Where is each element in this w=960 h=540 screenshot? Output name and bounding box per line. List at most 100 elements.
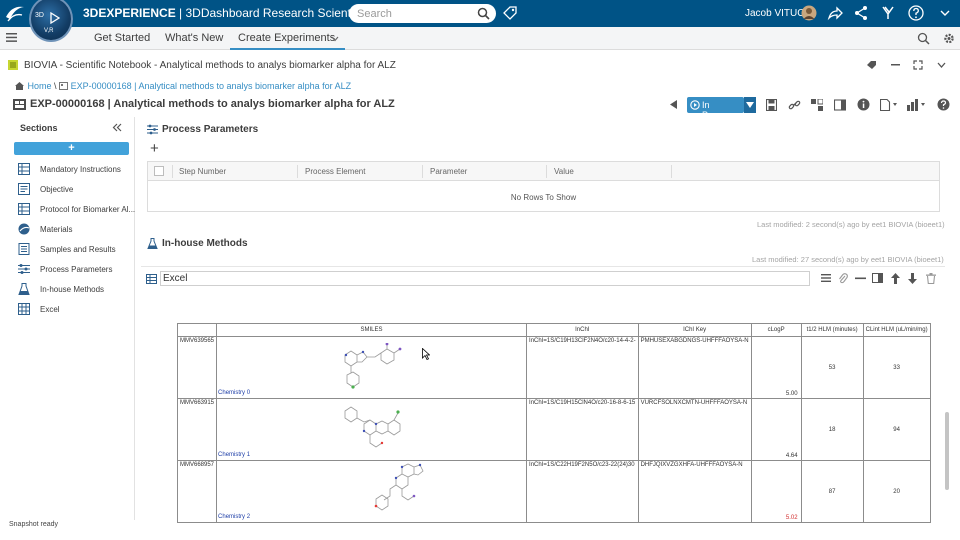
tag-icon[interactable]: [866, 60, 877, 70]
chart-icon[interactable]: [907, 99, 927, 111]
settings-icon[interactable]: [943, 32, 955, 45]
t12-cell[interactable]: 53: [800, 336, 864, 399]
clint-cell[interactable]: 33: [862, 336, 931, 399]
search-people-icon[interactable]: [917, 32, 931, 45]
chemistry-link[interactable]: Chemistry 2: [218, 514, 250, 520]
vertical-scrollbar[interactable]: [945, 412, 949, 490]
column-header[interactable]: cLogP: [750, 323, 802, 337]
inchi-cell[interactable]: InChI=1S/C19H13ClF2N4O/c20-14-4-2-: [526, 336, 639, 399]
tag-icon[interactable]: [502, 5, 518, 21]
column-header[interactable]: Parameter: [430, 167, 467, 176]
list-menu-icon[interactable]: [821, 273, 831, 283]
t12-cell[interactable]: 18: [800, 398, 864, 461]
sidebar-item-objective[interactable]: Objective: [18, 183, 133, 197]
help-icon[interactable]: [937, 98, 950, 111]
clogp-cell[interactable]: 4.64: [750, 398, 802, 461]
app-title: BIOVIA - Scientific Notebook - Analytica…: [24, 60, 396, 71]
status-label: In Progress: [702, 100, 739, 120]
move-up-icon[interactable]: [891, 273, 900, 284]
breadcrumb-experiment[interactable]: EXP-00000168 | Analytical methods to ana…: [71, 81, 352, 91]
search-input[interactable]: [355, 6, 475, 21]
add-row-button[interactable]: +: [150, 141, 159, 156]
network-icon[interactable]: [853, 5, 869, 21]
avatar[interactable]: [801, 5, 817, 21]
tab-chevron-down-icon[interactable]: [331, 36, 339, 42]
info-icon[interactable]: [857, 98, 870, 111]
collapse-sidebar-icon[interactable]: [112, 123, 122, 132]
column-header[interactable]: IChI Key: [637, 323, 752, 337]
status-dropdown[interactable]: [744, 97, 756, 113]
structure-cell[interactable]: Chemistry 2: [216, 460, 528, 523]
inchi-key-cell[interactable]: PMHUSEXABGDNGS-UHFFFAOYSA-N: [637, 336, 752, 399]
compound-id[interactable]: MMV668957: [176, 460, 218, 523]
panel-icon[interactable]: [872, 273, 883, 283]
compound-id[interactable]: MMV639565: [176, 336, 218, 399]
compound-id[interactable]: MMV663915: [176, 398, 218, 461]
share-icon[interactable]: [827, 5, 843, 21]
minimize-icon[interactable]: [855, 277, 866, 280]
column-header[interactable]: Value: [554, 167, 574, 176]
table-row[interactable]: MMV639565 Chemistry 0 InChI=1S/C19H13ClF…: [176, 336, 931, 399]
chevron-down-icon[interactable]: [937, 60, 946, 70]
link-icon[interactable]: [788, 99, 801, 111]
column-header[interactable]: SMILES: [216, 323, 528, 337]
attachment-icon[interactable]: [838, 273, 848, 284]
clogp-cell[interactable]: 5.00: [750, 336, 802, 399]
minimize-icon[interactable]: [891, 63, 900, 67]
column-header[interactable]: CLint HLM (uL/min/mg): [862, 323, 931, 337]
sidebar-item-excel[interactable]: Excel: [18, 303, 133, 317]
excel-name-field[interactable]: Excel: [160, 271, 810, 286]
menu-icon[interactable]: [6, 32, 17, 43]
move-down-icon[interactable]: [908, 273, 917, 284]
chemistry-link[interactable]: Chemistry 1: [218, 452, 250, 458]
add-section-button[interactable]: +: [14, 142, 129, 155]
relations-icon[interactable]: [811, 99, 823, 111]
top-bar: 3DEXPERIENCE | 3DDashboard Research Scie…: [0, 0, 960, 27]
panel-icon[interactable]: [834, 99, 846, 111]
chemistry-link[interactable]: Chemistry 0: [218, 390, 250, 396]
status-button[interactable]: In Progress: [687, 97, 744, 120]
collapse-left-icon[interactable]: [670, 100, 678, 109]
inchi-cell[interactable]: InChI=1S/C19H15ClN4O/c20-16-8-6-15: [526, 398, 639, 461]
t12-cell[interactable]: 87: [800, 460, 864, 523]
methods-icon: [18, 283, 30, 295]
tab-create-experiments[interactable]: Create Experiments: [238, 32, 335, 44]
tab-get-started[interactable]: Get Started: [94, 32, 150, 44]
table-row[interactable]: MMV663915 Chemistry 1 InChI=1S/C19H15ClN…: [176, 398, 931, 461]
structure-cell[interactable]: Chemistry 1: [216, 398, 528, 461]
sidebar-item-samples-results[interactable]: Samples and Results: [18, 243, 133, 257]
sidebar-item-materials[interactable]: Materials: [18, 223, 133, 237]
maximize-icon[interactable]: [913, 60, 923, 70]
search-box[interactable]: [349, 4, 496, 23]
column-header[interactable]: Step Number: [179, 167, 226, 176]
parameters-icon: [18, 264, 30, 274]
column-header[interactable]: [176, 323, 218, 337]
home-icon[interactable]: [14, 81, 25, 91]
sidebar-item-mandatory-instructions[interactable]: Mandatory Instructions: [18, 163, 133, 177]
search-icon[interactable]: [477, 7, 490, 20]
clint-cell[interactable]: 94: [862, 398, 931, 461]
clint-cell[interactable]: 20: [862, 460, 931, 523]
chevron-down-icon[interactable]: [940, 9, 950, 17]
sidebar-item-inhouse-methods[interactable]: In-house Methods: [18, 283, 133, 297]
tools-icon[interactable]: [880, 5, 896, 21]
delete-icon[interactable]: [926, 273, 936, 284]
inchi-key-cell[interactable]: VURCFSOLNXCMTN-UHFFFAOYSA-N: [637, 398, 752, 461]
save-icon[interactable]: [766, 99, 777, 111]
sidebar-item-label: Protocol for Biomarker Al...: [40, 205, 136, 214]
sidebar-item-process-parameters[interactable]: Process Parameters: [18, 263, 133, 277]
structure-cell[interactable]: Chemistry 0: [216, 336, 528, 399]
table-row[interactable]: MMV668957 Chemistry 2 InChI=1S/C22H19F2N…: [176, 460, 931, 523]
report-icon[interactable]: [880, 99, 900, 111]
select-all-checkbox[interactable]: [154, 166, 164, 176]
breadcrumb-home[interactable]: Home: [28, 81, 52, 91]
tab-whats-new[interactable]: What's New: [165, 32, 223, 44]
help-icon[interactable]: [908, 5, 924, 21]
column-header[interactable]: t1/2 HLM (minutes): [800, 323, 864, 337]
inchi-key-cell[interactable]: DHFJQIXVZGXHFA-UHFFFAOYSA-N: [637, 460, 752, 523]
column-header[interactable]: Process Element: [305, 167, 365, 176]
clogp-cell[interactable]: 5.02: [750, 460, 802, 523]
column-header[interactable]: InChI: [526, 323, 639, 337]
inchi-cell[interactable]: InChI=1S/C22H19F2N5O/c23-22(24)30: [526, 460, 639, 523]
sidebar-item-protocol[interactable]: Protocol for Biomarker Al...: [18, 203, 136, 217]
